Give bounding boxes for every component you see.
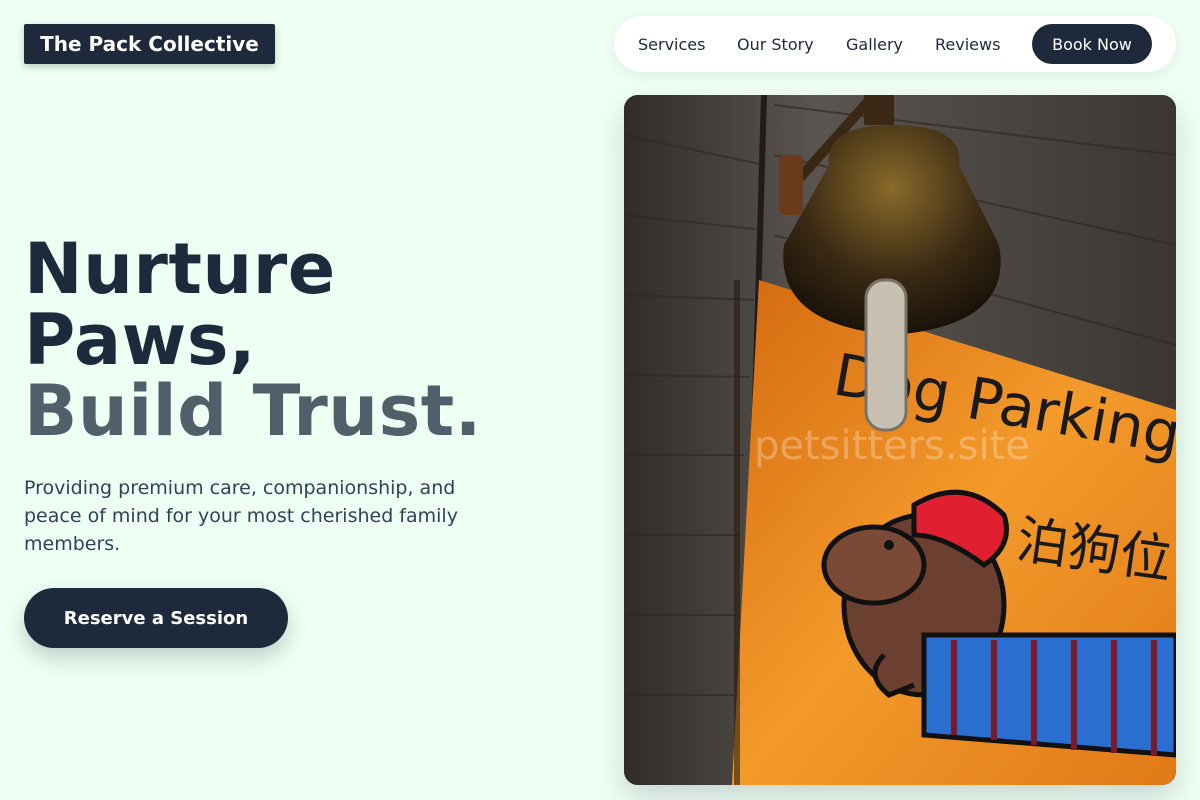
hero-headline-line-3: Build Trust. (24, 370, 482, 452)
book-now-button[interactable]: Book Now (1032, 24, 1152, 64)
nav-link-services[interactable]: Services (638, 16, 705, 72)
hero-headline-line-2: Paws, (24, 299, 257, 381)
brand-logo[interactable]: The Pack Collective (24, 24, 275, 64)
nav-link-reviews[interactable]: Reviews (935, 16, 1000, 72)
hero-image: Dog Parking 泊狗位 petsitters.site (624, 95, 1176, 785)
hero-headline-line-1: Nurture (24, 228, 336, 310)
hero-headline: Nurture Paws, Build Trust. (24, 234, 482, 447)
hero-lead-text: Providing premium care, companionship, a… (24, 477, 458, 555)
nav-link-our-story[interactable]: Our Story (737, 16, 814, 72)
image-watermark: petsitters.site (754, 423, 1030, 469)
reserve-session-button[interactable]: Reserve a Session (24, 588, 288, 648)
main-nav: Services Our Story Gallery Reviews Book … (614, 16, 1176, 72)
nav-link-gallery[interactable]: Gallery (846, 16, 903, 72)
